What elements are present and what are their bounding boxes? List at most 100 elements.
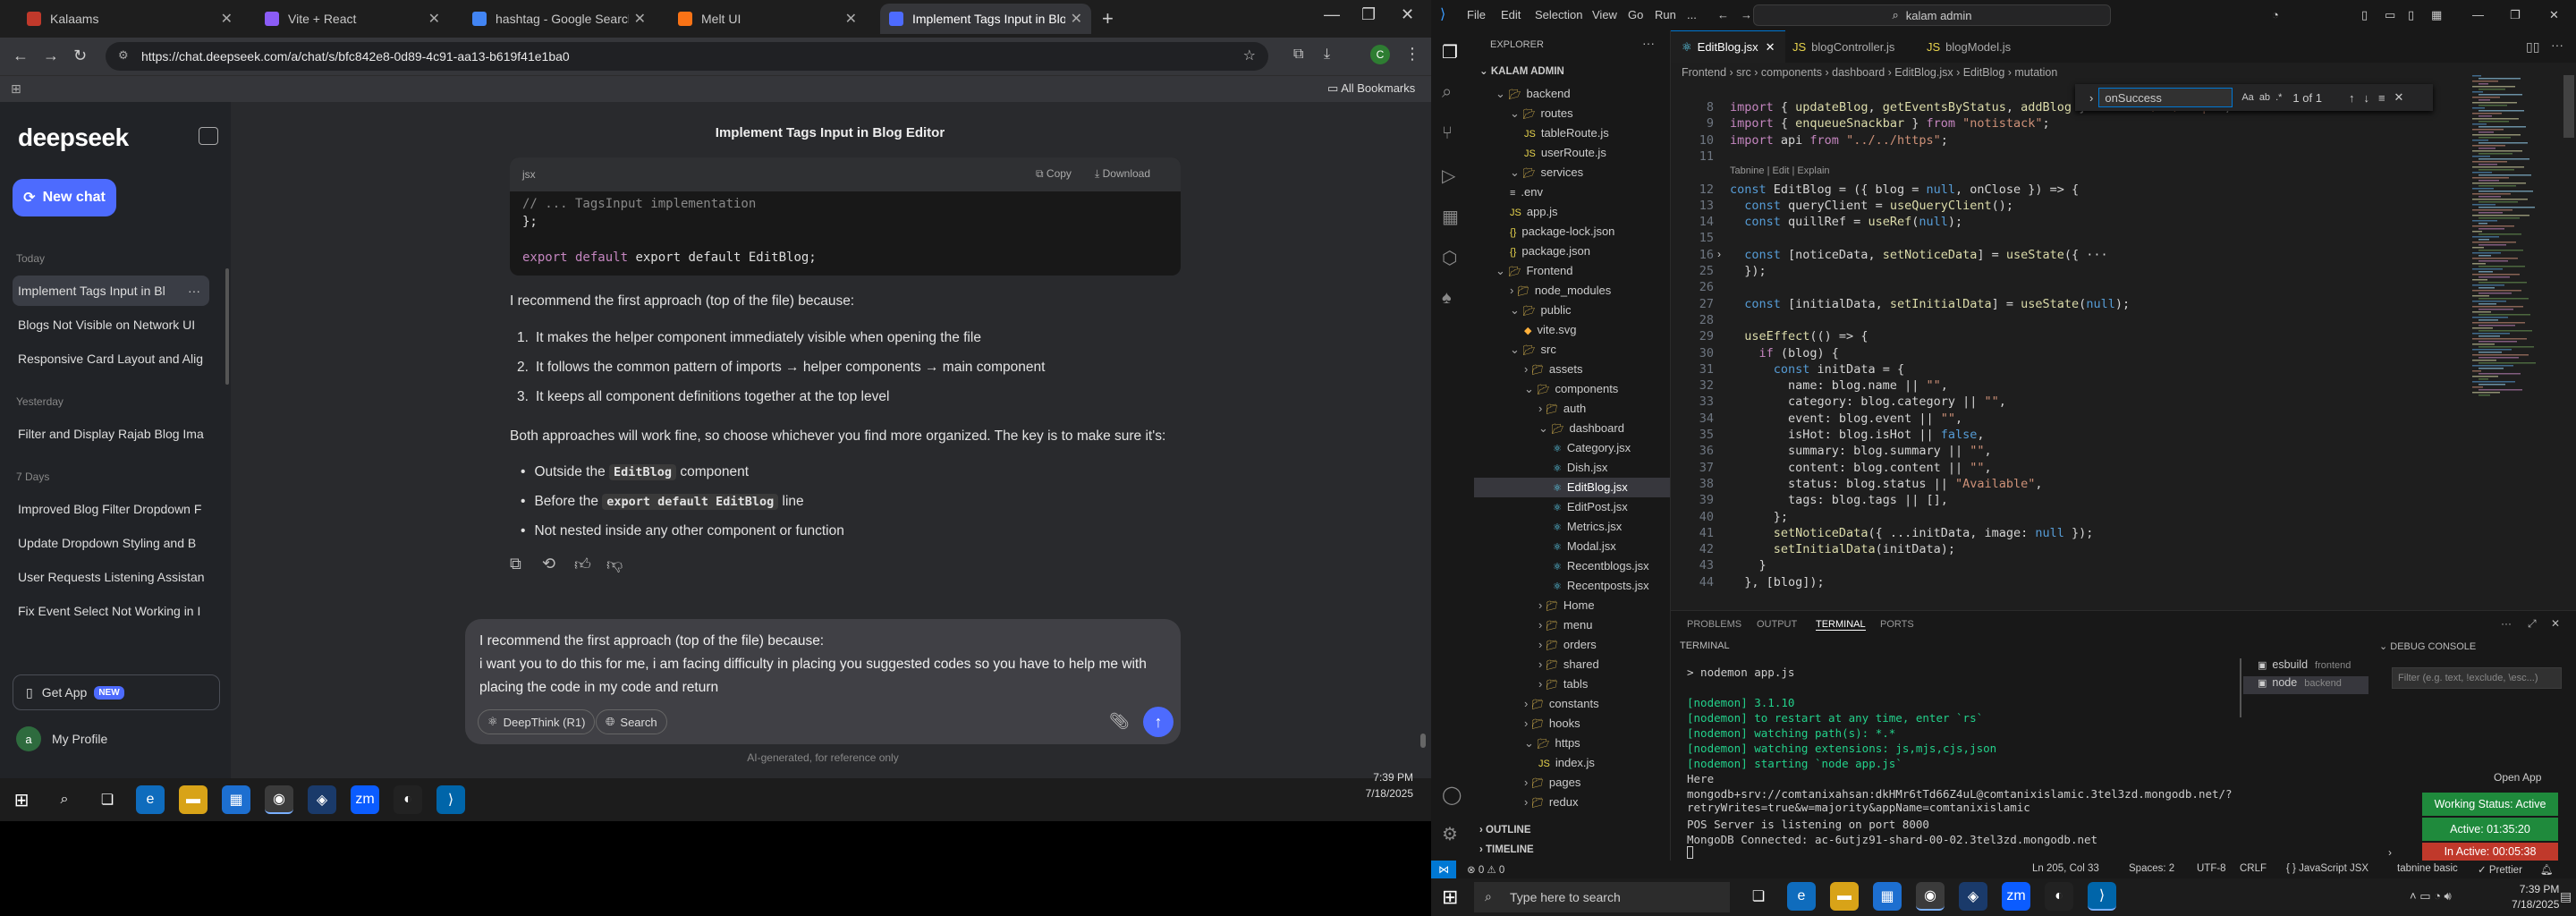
search-icon[interactable]: ⌕ [50,785,79,814]
chrome-icon[interactable]: ◉ [1916,882,1945,911]
tray-icons[interactable]: ˄ ▭ ◔ 🔊︎ [2410,889,2452,903]
nav-back-icon[interactable]: ← [1717,8,1729,21]
prettier-status[interactable]: ✓ Prettier [2478,863,2522,876]
encoding[interactable]: UTF-8 [2197,863,2226,874]
github-icon[interactable]: ◐ [394,785,422,814]
nav-forward-icon[interactable]: → [1741,8,1752,21]
copy-button[interactable]: ⧉ Copy [1036,167,1072,181]
tree-item-open[interactable]: ⌄ 📂︎ services [1474,163,1670,182]
vs-minimize-icon[interactable]: — [2472,8,2484,21]
working-status-badge[interactable]: Working Status: Active [2422,793,2558,816]
tree-item-open[interactable]: ⌄ 📂︎ components [1474,379,1670,399]
get-app-button[interactable]: ▯ Get App NEW [13,674,220,710]
minimap[interactable] [2469,75,2558,415]
chat-history-item[interactable]: Blogs Not Visible on Network UI [13,310,209,340]
workspace-root[interactable]: ⌄ KALAM ADMIN [1479,64,1564,77]
tree-item-jsx[interactable]: ⚛ Modal.jsx [1474,537,1670,556]
find-selection-icon[interactable]: ≡ [2378,91,2385,105]
tree-item-closed[interactable]: › 📁︎ auth [1474,399,1670,419]
tree-item-file[interactable]: ≡ .env [1474,182,1670,202]
explorer-icon[interactable]: ❐ [1442,41,1458,64]
chat-history-item[interactable]: Improved Blog Filter Dropdown F [13,494,209,524]
find-prev-icon[interactable]: ↑ [2349,91,2355,105]
toggle-replace-icon[interactable]: › [2089,91,2093,105]
find-input[interactable]: onSuccess [2098,88,2233,107]
tree-item-closed[interactable]: › 📁︎ redux [1474,793,1670,812]
file-explorer-icon[interactable]: ▬ [1830,882,1859,911]
tab-blogcontroller[interactable]: JS blogController.js [1782,30,1905,63]
editor-more-icon[interactable]: ··· [2551,38,2563,52]
close-panel-icon[interactable]: ✕ [2551,617,2560,630]
tree-item-closed[interactable]: › 📁︎ pages [1474,773,1670,793]
copy-response-icon[interactable]: ⧉ [510,555,521,573]
back-icon[interactable]: ← [13,47,29,65]
address-bar[interactable]: ⚙ https://chat.deepseek.com/a/chat/s/bfc… [106,42,1268,71]
vscode-taskbar-icon[interactable]: ⟩ [2088,882,2116,911]
bookmark-star-icon[interactable]: ☆ [1243,47,1256,64]
windows-start-icon[interactable]: ⊞ [1442,886,1458,909]
close-tab-icon[interactable]: ✕ [845,10,857,28]
downloads-icon[interactable]: ⤓ [1324,47,1330,63]
run-debug-icon[interactable]: ▷ [1442,165,1455,187]
menu-go[interactable]: Go [1628,8,1643,21]
store-icon[interactable]: ▦ [1873,882,1902,911]
match-case-icon[interactable]: Aa [2241,92,2253,103]
panel-tab-terminal[interactable]: TERMINAL [1816,619,1866,631]
send-button[interactable]: ↑ [1143,707,1174,737]
tree-item-open[interactable]: ⌄ 📂︎ routes [1474,104,1670,123]
copilot-icon[interactable]: ◔ [2272,8,2279,21]
apps-grid-icon[interactable]: ⊞ [11,81,21,97]
menu-kebab-icon[interactable]: ⋮ [1404,45,1420,64]
remote-explorer-icon[interactable]: ⬡ [1442,247,1457,269]
tree-item-closed[interactable]: › 📁︎ constants [1474,694,1670,714]
minimize-icon[interactable]: — [1324,5,1340,24]
mongodb-icon[interactable]: ♠ [1442,288,1452,309]
timeline-section[interactable]: › TIMELINE [1479,844,1534,855]
indent-setting[interactable]: Spaces: 2 [2129,863,2174,874]
download-button[interactable]: ⤓ Download [1095,167,1150,181]
page-scrollbar[interactable] [1420,734,1426,748]
tree-item-jsx[interactable]: ⚛ Recentblogs.jsx [1474,556,1670,576]
debug-console-title[interactable]: ⌄ DEBUG CONSOLE [2379,640,2476,652]
menu-more[interactable]: ... [1687,8,1697,21]
tree-item-json[interactable]: {} package-lock.json [1474,222,1670,242]
layout-sidebar-icon[interactable]: ▯ [2361,8,2368,22]
chat-options-icon[interactable]: ··· [188,284,200,298]
menu-file[interactable]: File [1467,8,1486,21]
notification-center-icon[interactable]: ▤ [2560,889,2572,904]
close-tab-icon[interactable]: ✕ [1766,40,1775,55]
forward-icon[interactable]: → [43,47,59,65]
zoom-icon[interactable]: zm [351,785,379,814]
browser-tab[interactable]: Implement Tags Input in Blog E ✕ [880,4,1091,34]
tree-item-js[interactable]: JS app.js [1474,202,1670,222]
tree-item-closed[interactable]: › 📁︎ orders [1474,635,1670,655]
task-view-icon[interactable]: ❏ [93,785,122,814]
chrome-icon[interactable]: ◉ [265,785,293,814]
tree-item-jsx[interactable]: ⚛ Category.jsx [1474,438,1670,458]
tree-item-svg[interactable]: ◆ vite.svg [1474,320,1670,340]
browser-tab[interactable]: Melt UI ✕ [669,4,866,34]
new-tab-button[interactable]: + [1102,7,1114,30]
find-next-icon[interactable]: ↓ [2363,91,2369,105]
browser-tab[interactable]: Vite + React ✕ [256,4,449,34]
close-tab-icon[interactable]: ✕ [634,10,646,28]
explorer-more-icon[interactable]: ··· [1642,36,1655,50]
layout-panel-icon[interactable]: ▭ [2385,8,2395,22]
panel-tab-problems[interactable]: PROBLEMS [1687,619,1741,630]
menu-run[interactable]: Run [1655,8,1676,21]
outline-section[interactable]: › OUTLINE [1479,825,1531,835]
tree-item-js[interactable]: JS tableRoute.js [1474,123,1670,143]
chat-history-item[interactable]: Responsive Card Layout and Alig [13,344,209,374]
source-control-icon[interactable]: ⑂ [1442,123,1453,144]
new-chat-button[interactable]: ⟳ New chat [13,179,116,216]
tree-item-js[interactable]: JS index.js [1474,753,1670,773]
layout-secondary-icon[interactable]: ▯ [2408,8,2414,22]
collapse-sidebar-icon[interactable] [199,127,218,145]
chat-history-item[interactable]: User Requests Listening Assistan [13,562,209,592]
app-icon[interactable]: ◈ [1959,882,1987,911]
reload-icon[interactable]: ↻ [73,47,87,65]
problems-count[interactable]: ⊗ 0 ⚠ 0 [1467,863,1504,876]
message-input[interactable]: I recommend the first approach (top of t… [465,619,1181,744]
search-view-icon[interactable]: ⌕ [1442,82,1452,103]
tree-item-open[interactable]: ⌄ 📂︎ src [1474,340,1670,360]
